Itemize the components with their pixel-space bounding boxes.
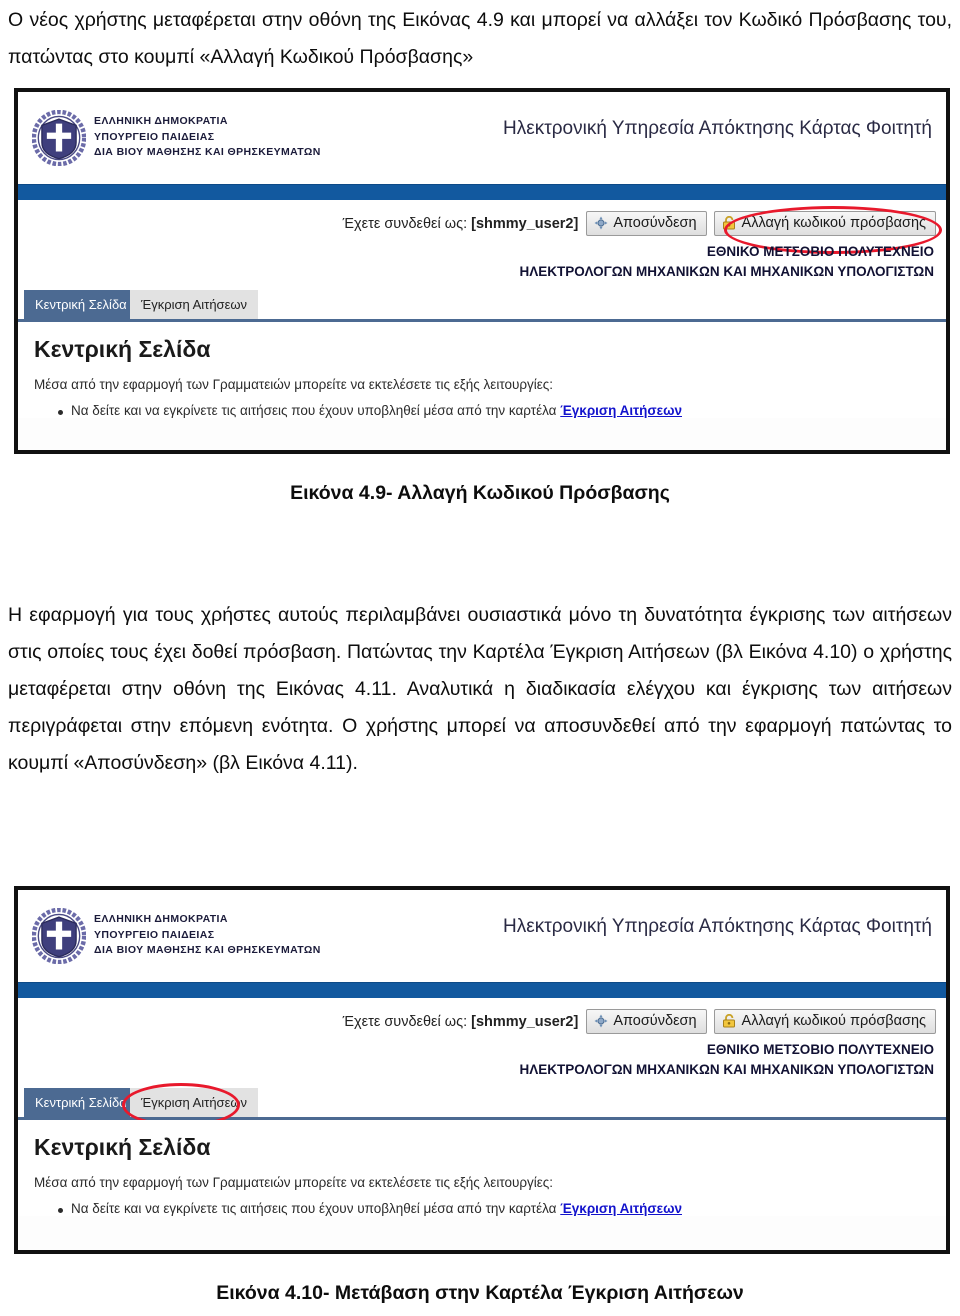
bullet-dot-icon <box>58 410 63 415</box>
logout-icon <box>594 216 608 230</box>
change-password-label: Αλλαγή κωδικού πρόσβασης <box>741 1013 926 1029</box>
tab-approvals[interactable]: Έγκριση Αιτήσεων <box>130 290 259 319</box>
ministry-block: ΕΛΛΗΝΙΚΗ ΔΗΜΟΚΡΑΤΙΑ ΥΠΟΥΡΓΕΙΟ ΠΑΙΔΕΙΑΣ Δ… <box>94 114 321 161</box>
tab-home[interactable]: Κεντρική Σελίδα <box>24 1088 138 1117</box>
figure-4-9-screenshot: ΕΛΛΗΝΙΚΗ ΔΗΜΟΚΡΑΤΙΑ ΥΠΟΥΡΓΕΙΟ ΠΑΙΔΕΙΑΣ Δ… <box>14 88 950 454</box>
ministry-block: ΕΛΛΗΝΙΚΗ ΔΗΜΟΚΡΑΤΙΑ ΥΠΟΥΡΓΕΙΟ ΠΑΙΔΕΙΑΣ Δ… <box>94 912 321 959</box>
list-item-body: Να δείτε και να εγκρίνετε τις αιτήσεις π… <box>71 1201 557 1216</box>
caption-figure-4-9: Εικόνα 4.9- Αλλαγή Κωδικού Πρόσβασης <box>290 482 670 504</box>
username-value: [shmmy_user2] <box>471 215 579 232</box>
user-toolbar-strip: Έχετε συνδεθεί ως: [shmmy_user2] Αποσύνδ… <box>18 200 946 286</box>
tab-approvals[interactable]: Έγκριση Αιτήσεων <box>130 1088 259 1117</box>
bullet-dot-icon <box>58 1208 63 1213</box>
body-paragraph: Η εφαρμογή για τους χρήστες αυτούς περιλ… <box>8 604 952 774</box>
change-password-label: Αλλαγή κωδικού πρόσβασης <box>741 215 926 231</box>
page-title: Κεντρική Σελίδα <box>34 336 211 362</box>
page-intro-text: Μέσα από την εφαρμογή των Γραμματειών μπ… <box>34 377 554 392</box>
ministry-line-3: ΔΙΑ ΒΙΟΥ ΜΑΘΗΣΗΣ ΚΑΙ ΘΡΗΣΚΕΥΜΑΤΩΝ <box>94 146 321 158</box>
site-header: ΕΛΛΗΝΙΚΗ ΔΗΜΟΚΡΑΤΙΑ ΥΠΟΥΡΓΕΙΟ ΠΑΙΔΕΙΑΣ Δ… <box>18 92 946 184</box>
tab-bar: Κεντρική Σελίδα Έγκριση Αιτήσεων <box>18 1083 946 1127</box>
page-intro-text: Μέσα από την εφαρμογή των Γραμματειών μπ… <box>34 1175 554 1190</box>
site-header: ΕΛΛΗΝΙΚΗ ΔΗΜΟΚΡΑΤΙΑ ΥΠΟΥΡΓΕΙΟ ΠΑΙΔΕΙΑΣ Δ… <box>18 890 946 982</box>
logout-icon <box>594 1014 608 1028</box>
logout-label: Αποσύνδεση <box>613 1013 697 1029</box>
tab-approvals-label: Έγκριση Αιτήσεων <box>141 297 248 312</box>
brand-divider-bar <box>18 184 946 200</box>
ministry-line-1: ΕΛΛΗΝΙΚΗ ΔΗΜΟΚΡΑΤΙΑ <box>94 913 228 925</box>
list-item: Να δείτε και να εγκρίνετε τις αιτήσεις π… <box>34 403 930 418</box>
tab-home-label: Κεντρική Σελίδα <box>35 1095 127 1110</box>
page-content: Κεντρική Σελίδα Μέσα από την εφαρμογή τω… <box>18 322 946 418</box>
logged-in-prefix: Έχετε συνδεθεί ως: <box>342 215 468 232</box>
logout-button[interactable]: Αποσύνδεση <box>586 1009 707 1034</box>
list-item-text: Να δείτε και να εγκρίνετε τις αιτήσεις π… <box>71 1201 682 1216</box>
brand-divider-bar <box>18 982 946 998</box>
logged-in-status: Έχετε συνδεθεί ως: [shmmy_user2] <box>343 1014 579 1030</box>
change-password-button[interactable]: Αλλαγή κωδικού πρόσβασης <box>713 1009 936 1034</box>
user-toolbar-strip: Έχετε συνδεθεί ως: [shmmy_user2] Αποσύνδ… <box>18 998 946 1084</box>
tab-bar: Κεντρική Σελίδα Έγκριση Αιτήσεων <box>18 286 946 322</box>
approvals-link[interactable]: Έγκριση Αιτήσεων <box>560 403 682 418</box>
figure-4-10-screenshot: ΕΛΛΗΝΙΚΗ ΔΗΜΟΚΡΑΤΙΑ ΥΠΟΥΡΓΕΙΟ ΠΑΙΔΕΙΑΣ Δ… <box>14 886 950 1254</box>
approvals-link[interactable]: Έγκριση Αιτήσεων <box>560 1201 682 1216</box>
intro-paragraph: Ο νέος χρήστης μεταφέρεται στην οθόνη τη… <box>8 9 952 68</box>
app-window: ΕΛΛΗΝΙΚΗ ΔΗΜΟΚΡΑΤΙΑ ΥΠΟΥΡΓΕΙΟ ΠΑΙΔΕΙΑΣ Δ… <box>18 890 946 1250</box>
list-item: Να δείτε και να εγκρίνετε τις αιτήσεις π… <box>34 1201 930 1216</box>
ministry-line-2: ΥΠΟΥΡΓΕΙΟ ΠΑΙΔΕΙΑΣ <box>94 928 215 941</box>
username-value: [shmmy_user2] <box>471 1013 579 1030</box>
lock-icon <box>722 1013 737 1028</box>
change-password-button[interactable]: Αλλαγή κωδικού πρόσβασης <box>713 211 936 236</box>
ministry-line-3: ΔΙΑ ΒΙΟΥ ΜΑΘΗΣΗΣ ΚΑΙ ΘΡΗΣΚΕΥΜΑΤΩΝ <box>94 944 321 956</box>
ministry-line-1: ΕΛΛΗΝΙΚΗ ΔΗΜΟΚΡΑΤΙΑ <box>94 115 228 127</box>
logged-in-prefix: Έχετε συνδεθεί ως: <box>342 1013 468 1030</box>
list-item-body: Να δείτε και να εγκρίνετε τις αιτήσεις π… <box>71 403 557 418</box>
institution-line-1: ΕΘΝΙΚΟ ΜΕΤΣΟΒΙΟ ΠΟΛΥΤΕΧΝΕΙΟ <box>706 1042 934 1057</box>
institution-block: ΕΘΝΙΚΟ ΜΕΤΣΟΒΙΟ ΠΟΛΥΤΕΧΝΕΙΟ ΗΛΕΚΤΡΟΛΟΓΩΝ… <box>520 242 934 282</box>
institution-line-1: ΕΘΝΙΚΟ ΜΕΤΣΟΒΙΟ ΠΟΛΥΤΕΧΝΕΙΟ <box>706 244 934 259</box>
caption-figure-4-10: Εικόνα 4.10- Μετάβαση στην Καρτέλα Έγκρι… <box>216 1282 744 1304</box>
logged-in-status: Έχετε συνδεθεί ως: [shmmy_user2] <box>343 216 579 232</box>
lock-icon <box>722 215 737 230</box>
logout-label: Αποσύνδεση <box>613 215 697 231</box>
greek-republic-emblem-icon <box>32 908 86 964</box>
institution-block: ΕΘΝΙΚΟ ΜΕΤΣΟΒΙΟ ΠΟΛΥΤΕΧΝΕΙΟ ΗΛΕΚΤΡΟΛΟΓΩΝ… <box>520 1040 934 1080</box>
institution-line-2: ΗΛΕΚΤΡΟΛΟΓΩΝ ΜΗΧΑΝΙΚΩΝ ΚΑΙ ΜΗΧΑΝΙΚΩΝ ΥΠΟ… <box>519 264 934 279</box>
page-content: Κεντρική Σελίδα Μέσα από την εφαρμογή τω… <box>18 1120 946 1216</box>
tab-home-label: Κεντρική Σελίδα <box>35 297 127 312</box>
app-window: ΕΛΛΗΝΙΚΗ ΔΗΜΟΚΡΑΤΙΑ ΥΠΟΥΡΓΕΙΟ ΠΑΙΔΕΙΑΣ Δ… <box>18 92 946 450</box>
user-toolbar: Έχετε συνδεθεί ως: [shmmy_user2] Αποσύνδ… <box>343 211 936 236</box>
institution-line-2: ΗΛΕΚΤΡΟΛΟΓΩΝ ΜΗΧΑΝΙΚΩΝ ΚΑΙ ΜΗΧΑΝΙΚΩΝ ΥΠΟ… <box>519 1062 934 1077</box>
logout-button[interactable]: Αποσύνδεση <box>586 211 707 236</box>
page-title: Κεντρική Σελίδα <box>34 1134 211 1160</box>
service-title: Ηλεκτρονική Υπηρεσία Απόκτησης Κάρτας Φο… <box>503 118 932 139</box>
tab-home[interactable]: Κεντρική Σελίδα <box>24 290 138 319</box>
service-title: Ηλεκτρονική Υπηρεσία Απόκτησης Κάρτας Φο… <box>503 916 932 937</box>
user-toolbar: Έχετε συνδεθεί ως: [shmmy_user2] Αποσύνδ… <box>343 1009 936 1034</box>
ministry-line-2: ΥΠΟΥΡΓΕΙΟ ΠΑΙΔΕΙΑΣ <box>94 130 215 143</box>
tab-approvals-label: Έγκριση Αιτήσεων <box>141 1095 248 1110</box>
greek-republic-emblem-icon <box>32 110 86 166</box>
list-item-text: Να δείτε και να εγκρίνετε τις αιτήσεις π… <box>71 403 682 418</box>
